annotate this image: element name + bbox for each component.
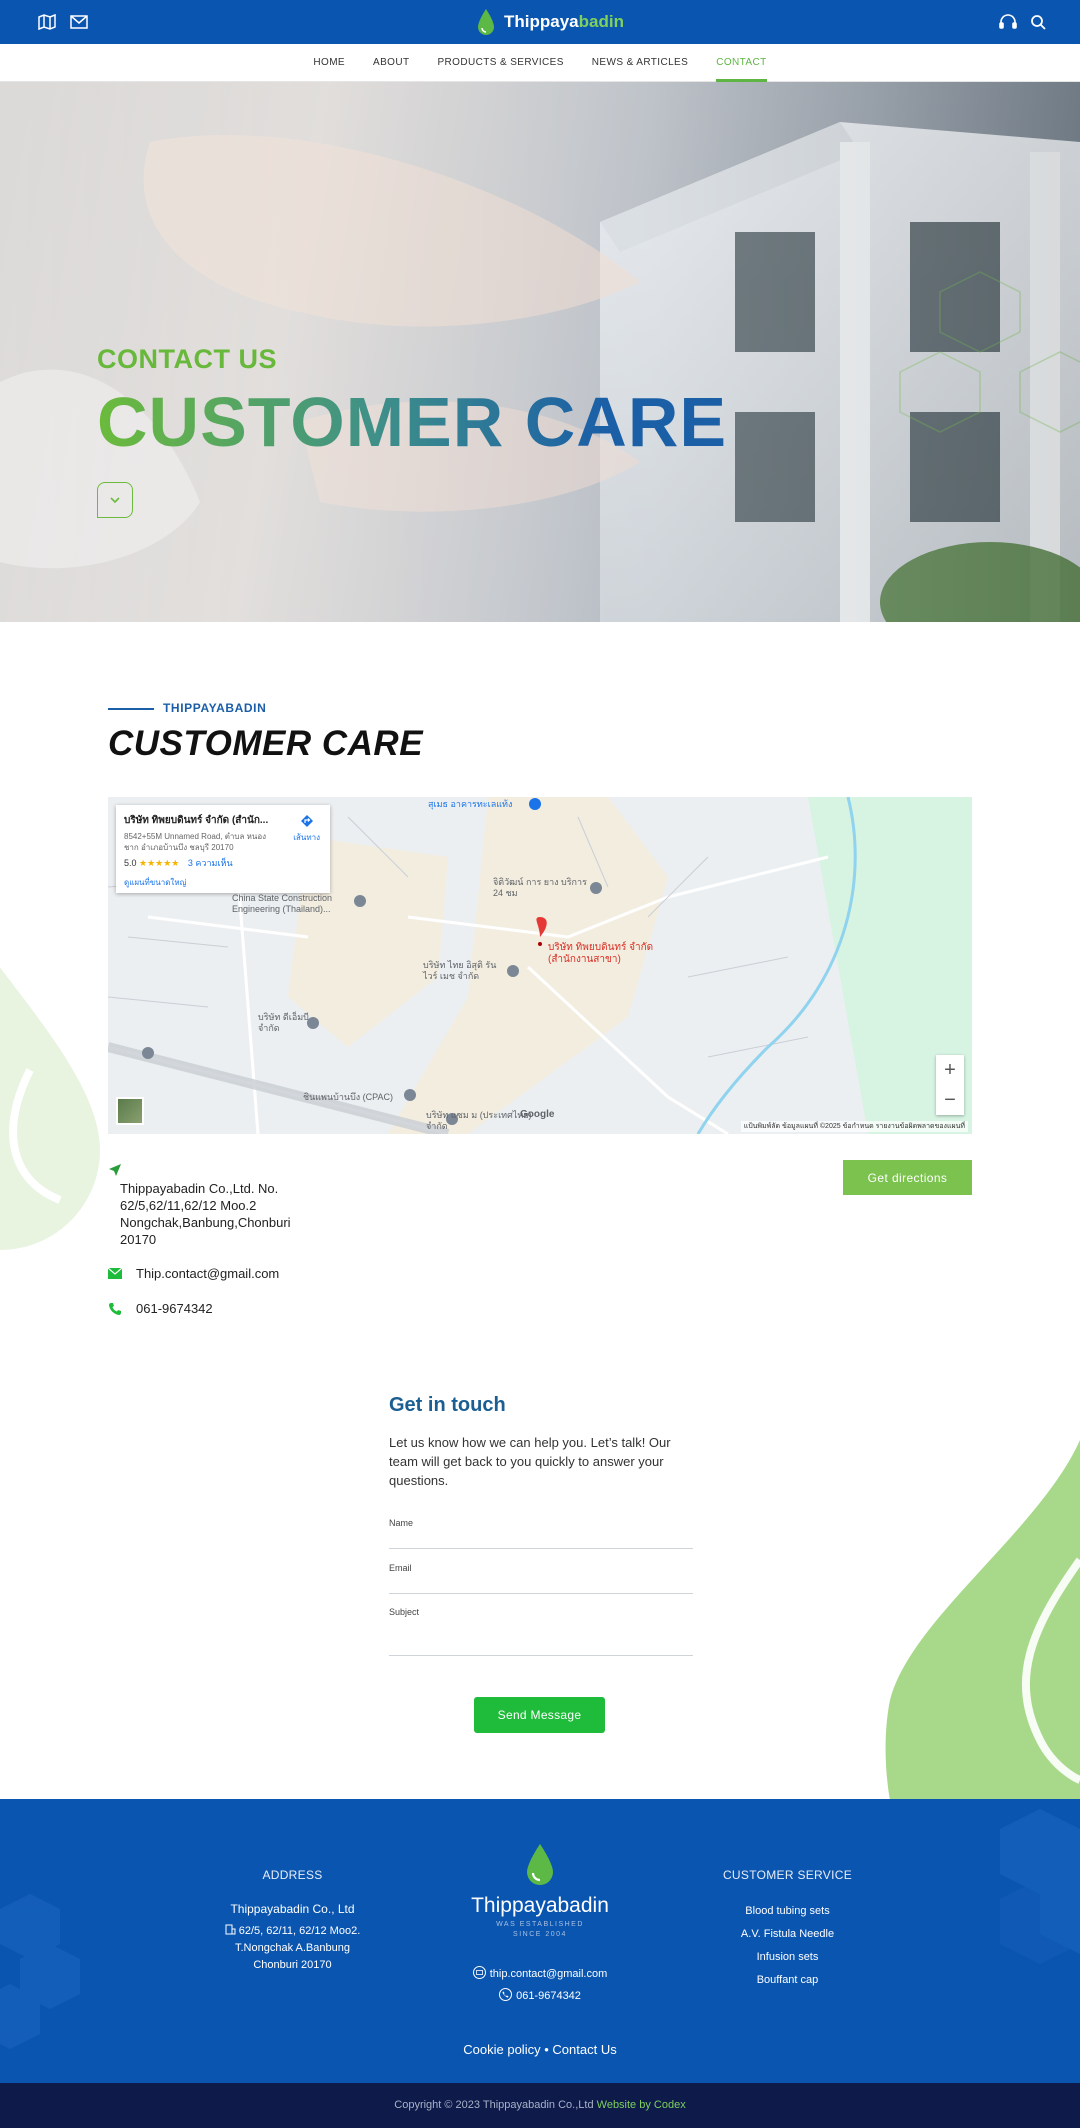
footer-service-link[interactable]: A.V. Fistula Needle [640, 1928, 935, 1940]
star-rating-icon: ★★★★★ [139, 858, 180, 868]
address-line: 20170 [120, 1232, 157, 1247]
phone-icon [109, 1302, 121, 1315]
nav-about[interactable]: ABOUT [373, 44, 409, 82]
directions-label: เส้นทาง [293, 833, 320, 842]
company-address: Thippayabadin Co.,Ltd. No. 62/5,62/11,62… [120, 1180, 320, 1248]
phone-icon [499, 1988, 513, 2001]
name-field[interactable] [389, 1528, 693, 1546]
envelope-icon [108, 1268, 122, 1279]
map-marker-label[interactable]: บริษัท ทิพยบดินทร์ จำกัด (สำนักงานสาขา) [548, 942, 658, 966]
established-label: WAS ESTABLISHED [496, 1921, 584, 1928]
subject-field[interactable] [389, 1628, 693, 1646]
name-underline [389, 1548, 693, 1549]
map-place-card: บริษัท ทิพยบดินทร์ จำกัด (สำนัก... 8542+… [116, 805, 330, 893]
headset-icon[interactable] [997, 11, 1019, 33]
zoom-out-button[interactable]: − [936, 1085, 964, 1115]
get-directions-button[interactable]: Get directions [843, 1160, 972, 1195]
search-icon[interactable] [1027, 11, 1049, 33]
form-description: Let us know how we can help you. Let’s t… [389, 1435, 671, 1488]
section-eyebrow: THIPPAYABADIN [163, 701, 267, 715]
map-attribution: แป้นพิมพ์ลัด ข้อมูลแผนที่ ©2025 ข้อกำหนด… [740, 1121, 968, 1132]
reviews-link[interactable]: 3 ความเห็น [188, 858, 233, 868]
footer-drop-logo-icon [527, 1844, 553, 1885]
envelope-icon [472, 1966, 486, 1979]
hero-banner: CONTACT US CUSTOMER CARE [0, 82, 1080, 622]
eyebrow-line [108, 708, 154, 710]
copyright-text: Copyright © 2023 Thippayabadin Co.,Ltd [394, 2099, 597, 2111]
top-bar: Thippayabadin [0, 0, 1080, 44]
address-line: Thippayabadin Co.,Ltd. No. [120, 1181, 279, 1196]
address-line: 62/5,62/11,62/12 Moo.2 [120, 1198, 257, 1213]
footer-service-link[interactable]: Bouffant cap [640, 1974, 935, 1986]
email-text: Thip.contact@gmail.com [136, 1266, 280, 1281]
email-underline [389, 1593, 693, 1594]
google-logo: Google [520, 1109, 555, 1120]
scroll-down-button[interactable] [97, 482, 133, 518]
footer-phone[interactable]: 061-9674342 [440, 1988, 640, 2002]
since-label: SINCE 2004 [513, 1931, 567, 1938]
footer-email[interactable]: thip.contact@gmail.com [440, 1966, 640, 1980]
nav-home[interactable]: HOME [313, 44, 345, 82]
section-title: CUSTOMER CARE [108, 724, 424, 763]
map-zoom-controls: + − [936, 1055, 964, 1115]
chevron-down-icon [110, 497, 120, 504]
email-label: Email [389, 1563, 412, 1573]
directions-button[interactable]: เส้นทาง [293, 813, 320, 844]
google-map[interactable]: สุเมธ อาคารทะเลแท้ง China State Construc… [108, 797, 972, 1134]
map-label: จิติวัฒน์ การ ยาง บริการ 24 ชม [493, 877, 587, 898]
brand-name-part1: Thippaya [504, 12, 579, 31]
map-label: สุเมธ อาคารทะเลแท้ง [428, 799, 513, 809]
location-arrow-icon [108, 1163, 122, 1180]
building-icon [225, 1924, 236, 1935]
send-message-button[interactable]: Send Message [474, 1697, 605, 1733]
map-icon[interactable] [36, 11, 58, 33]
contact-us-link[interactable]: Contact Us [552, 2042, 616, 2057]
mail-icon[interactable] [68, 11, 90, 33]
green-drop-decoration-right [885, 1440, 1080, 1800]
address-line: Nongchak,Banbung,Chonburi [120, 1215, 291, 1230]
main-nav: HOME ABOUT PRODUCTS & SERVICES NEWS & AR… [0, 44, 1080, 82]
directions-icon [300, 815, 313, 827]
map-label: ชินแพนบ้านบึง (CPAC) [303, 1092, 394, 1102]
nav-contact[interactable]: CONTACT [716, 44, 767, 82]
footer-brand: Thippayabadin [471, 1894, 609, 1917]
map-label: China State Construction Engineering (Th… [232, 893, 333, 914]
nav-products-services[interactable]: PRODUCTS & SERVICES [437, 44, 563, 82]
brand-name-part2: badin [578, 12, 624, 31]
place-address: 8542+55M Unnamed Road, ตำบล หนองชาก อำเภ… [124, 832, 267, 852]
footer-customer-service-heading: CUSTOMER SERVICE [722, 1868, 853, 1882]
copyright-bar: Copyright © 2023 Thippayabadin Co.,Ltd W… [0, 2083, 1080, 2128]
green-drop-decoration-left [0, 967, 100, 1250]
footer: ADDRESS Thippayabadin Co., Ltd 62/5, 62/… [0, 1799, 1080, 2083]
cookie-policy-link[interactable]: Cookie policy [463, 2042, 540, 2057]
map-label: บริษัท ดีเอ็มบี จำกัด [258, 1012, 309, 1033]
contact-phone[interactable]: 061-9674342 [108, 1301, 213, 1316]
footer-service-link[interactable]: Infusion sets [640, 1951, 935, 1963]
footer-service-link[interactable]: Blood tubing sets [640, 1905, 935, 1917]
website-by-link[interactable]: Website by Codex [597, 2099, 686, 2111]
map-label: บริษัท ไทย อิสุติ รัน ไวร์ เมช จำกัด [423, 960, 497, 981]
zoom-in-button[interactable]: + [936, 1055, 964, 1085]
drop-logo-icon [478, 9, 494, 35]
rating-value: 5.0 [124, 858, 137, 868]
separator: • [544, 2042, 549, 2057]
footer-bottom-links: Cookie policy • Contact Us [0, 2042, 1080, 2057]
phone-text: 061-9674342 [136, 1301, 213, 1316]
brand-logo[interactable]: Thippayabadin [476, 6, 624, 38]
subject-underline [389, 1655, 693, 1656]
hero-title: CUSTOMER CARE [97, 383, 728, 461]
satellite-toggle[interactable] [116, 1097, 144, 1125]
contact-email[interactable]: Thip.contact@gmail.com [108, 1266, 279, 1281]
footer-address-heading: ADDRESS [262, 1868, 323, 1882]
name-label: Name [389, 1518, 414, 1528]
place-name: บริษัท ทิพยบดินทร์ จำกัด (สำนัก... [124, 815, 269, 826]
larger-map-link[interactable]: ดูแผนที่ขนาดใหญ่ [124, 876, 322, 889]
form-title: Get in touch [389, 1394, 506, 1416]
subject-label: Subject [389, 1607, 420, 1617]
footer-address-line: T.Nongchak A.Banbung [235, 1942, 350, 1954]
email-field[interactable] [389, 1573, 693, 1591]
place-rating: 5.0 ★★★★★ 3 ความเห็น [124, 856, 322, 870]
hero-eyebrow: CONTACT US [97, 344, 277, 374]
nav-news-articles[interactable]: NEWS & ARTICLES [592, 44, 688, 82]
